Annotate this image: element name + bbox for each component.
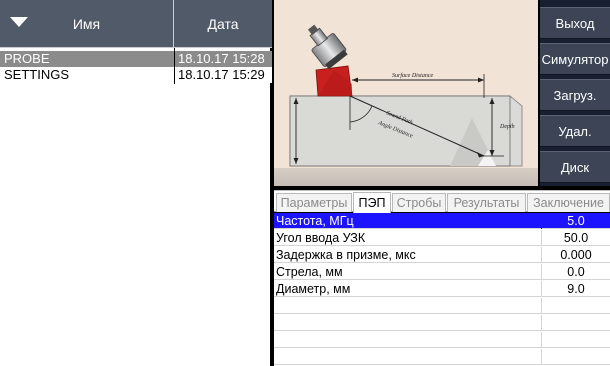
file-row-settings[interactable]: SETTINGS 18.10.17 15:29 xyxy=(0,67,272,83)
load-button[interactable]: Загруз. xyxy=(540,79,610,111)
file-date: 18.10.17 15:28 xyxy=(178,51,265,66)
settings-tab-bar: Параметры ПЭП Стробы Результаты Заключен… xyxy=(274,190,610,213)
param-row-diameter[interactable]: Диаметр, мм 9.0 xyxy=(274,281,610,297)
param-row-offset[interactable]: Стрела, мм 0.0 xyxy=(274,264,610,280)
param-row-angle[interactable]: Угол ввода УЗК 50.0 xyxy=(274,230,610,246)
param-label: Задержка в призме, мкс xyxy=(276,248,416,262)
param-row-empty xyxy=(274,298,610,314)
param-value[interactable]: 50.0 xyxy=(541,230,610,246)
surface-distance-label: Surface Distance xyxy=(392,72,433,79)
param-value xyxy=(541,332,610,348)
param-row-empty xyxy=(274,349,610,365)
param-label: Диаметр, мм xyxy=(276,282,351,296)
column-header-date-label: Дата xyxy=(207,15,239,32)
file-list-panel: Имя Дата PROBE 18.10.17 15:28 SETTINGS 1… xyxy=(0,0,272,366)
column-header-name[interactable]: Имя xyxy=(0,0,174,48)
sort-down-icon[interactable] xyxy=(10,17,28,27)
param-value xyxy=(541,315,610,331)
param-row-wedge-delay[interactable]: Задержка в призме, мкс 0.000 xyxy=(274,247,610,263)
param-row-frequency[interactable]: Частота, МГц 5.0 xyxy=(274,213,610,229)
param-value[interactable]: 5.0 xyxy=(541,213,610,229)
probe-diagram-illustration: Surface Distance Sound Path Angle Distan… xyxy=(274,24,538,186)
disk-button[interactable]: Диск xyxy=(540,151,610,183)
column-header-name-label: Имя xyxy=(72,15,101,32)
file-date: 18.10.17 15:29 xyxy=(178,67,265,82)
param-label: Угол ввода УЗК xyxy=(276,231,366,245)
param-value[interactable]: 0.000 xyxy=(541,247,610,263)
param-row-empty xyxy=(274,332,610,348)
param-value xyxy=(541,349,610,365)
tab-parameters[interactable]: Параметры xyxy=(276,193,352,212)
tab-results[interactable]: Результаты xyxy=(447,193,526,212)
probe-diagram: Surface Distance Sound Path Angle Distan… xyxy=(274,0,538,186)
column-header-date[interactable]: Дата xyxy=(174,0,272,48)
file-row-probe[interactable]: PROBE 18.10.17 15:28 xyxy=(0,51,272,67)
param-value[interactable]: 9.0 xyxy=(541,281,610,297)
column-divider xyxy=(174,48,175,84)
simulator-button[interactable]: Симулятор xyxy=(540,43,610,75)
param-value[interactable]: 0.0 xyxy=(541,264,610,280)
tab-gates[interactable]: Стробы xyxy=(392,193,446,212)
file-name: PROBE xyxy=(4,51,50,66)
delete-button[interactable]: Удал. xyxy=(540,115,610,147)
param-value xyxy=(541,298,610,314)
file-name: SETTINGS xyxy=(4,67,70,82)
depth-label: Depth xyxy=(499,124,515,130)
param-label: Стрела, мм xyxy=(276,265,343,279)
tab-conclusion[interactable]: Заключение xyxy=(527,193,610,212)
tab-probe[interactable]: ПЭП xyxy=(353,192,391,213)
side-button-panel: Выход Симулятор Загруз. Удал. Диск xyxy=(540,0,610,186)
param-label: Частота, МГц xyxy=(276,214,354,228)
exit-button[interactable]: Выход xyxy=(540,7,610,39)
param-row-empty xyxy=(274,315,610,331)
probe-parameters-table: Частота, МГц 5.0 Угол ввода УЗК 50.0 Зад… xyxy=(274,213,610,366)
file-list-header: Имя Дата xyxy=(0,0,272,48)
